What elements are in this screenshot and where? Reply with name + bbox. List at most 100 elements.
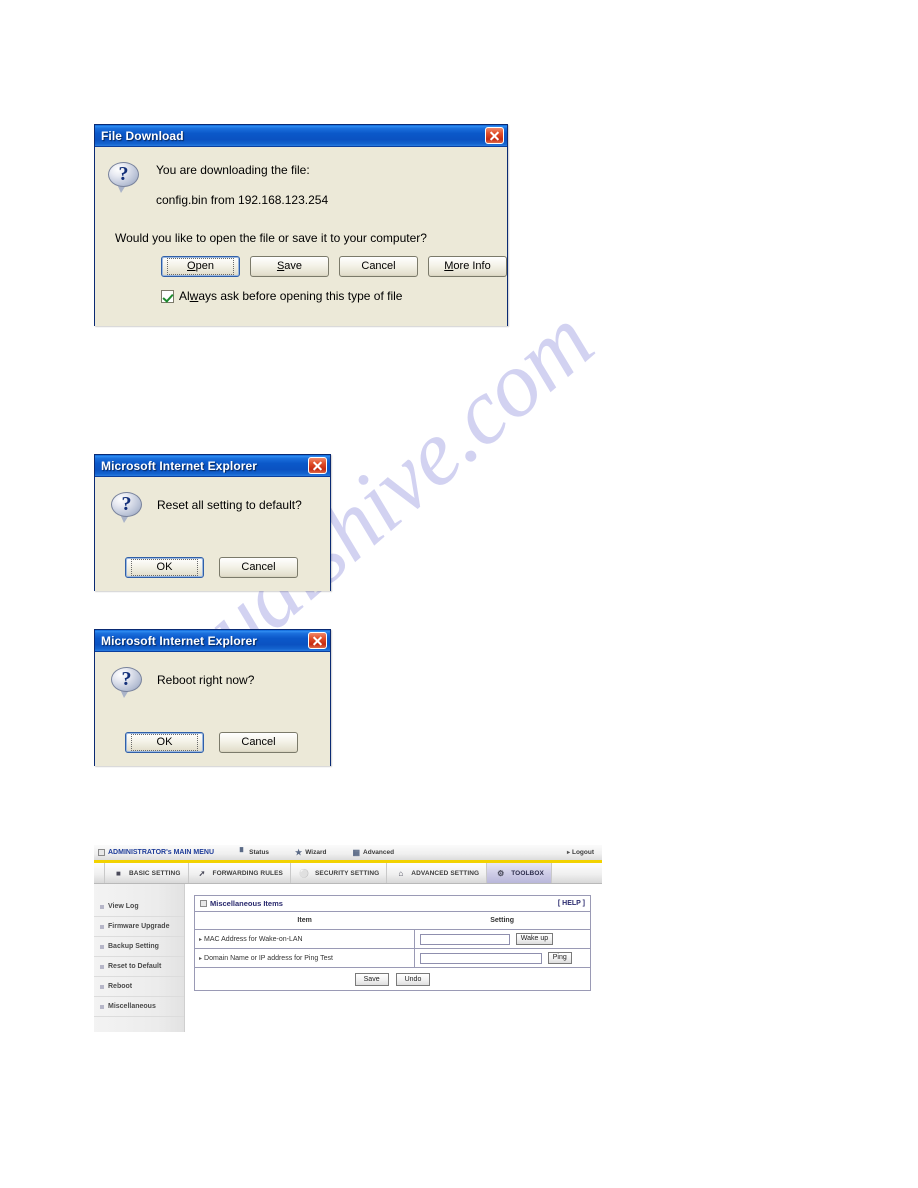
tab-basic-setting-label: BASIC SETTING <box>129 869 181 877</box>
ping-target-input[interactable] <box>419 952 542 964</box>
download-file-name: config.bin from 192.168.123.254 <box>156 193 329 207</box>
reset-dialog-titlebar: Microsoft Internet Explorer <box>95 455 330 477</box>
mac-address-input[interactable] <box>419 933 510 945</box>
page-title: Miscellaneous Items <box>210 899 283 908</box>
cancel-button[interactable]: Cancel <box>339 256 418 277</box>
reset-confirm-dialog: Microsoft Internet Explorer ? Reset all … <box>94 454 331 591</box>
cancel-button[interactable]: Cancel <box>219 557 298 578</box>
file-download-button-row: Open Save Cancel More Info <box>95 245 507 277</box>
nav-wizard-label: Wizard <box>305 849 327 856</box>
column-header-setting: Setting <box>414 912 590 930</box>
open-button[interactable]: Open <box>161 256 240 277</box>
ok-button[interactable]: OK <box>125 732 204 753</box>
wake-up-button[interactable]: Wake up <box>515 933 554 945</box>
tab-toolbox[interactable]: ⚙ TOOLBOX <box>487 863 552 883</box>
sidebar-item-miscellaneous[interactable]: Miscellaneous <box>94 997 184 1017</box>
nav-brand-label: ADMINISTRATOR's MAIN MENU <box>108 849 215 856</box>
chevron-right-icon: ▸ <box>199 955 203 962</box>
bullet-icon <box>100 964 104 969</box>
nav-advanced-label: Advanced <box>363 849 395 856</box>
tab-advanced-setting[interactable]: ⌂ ADVANCED SETTING <box>387 863 488 883</box>
sidebar-item-reset-to-default[interactable]: Reset to Default <box>94 957 184 977</box>
ping-button[interactable]: Ping <box>547 952 572 964</box>
advanced-grid-icon: ▦ <box>352 847 361 857</box>
router-admin-ui: ADMINISTRATOR's MAIN MENU ▘ Status ★ Wiz… <box>94 845 602 1032</box>
wizard-wand-icon: ★ <box>295 847 303 857</box>
undo-button[interactable]: Undo <box>395 972 431 986</box>
cancel-button-label: Cancel <box>361 260 396 272</box>
ok-button[interactable]: OK <box>125 557 204 578</box>
bullet-icon <box>100 944 104 949</box>
more-info-button-label: ore Info <box>453 260 491 272</box>
ok-button-label: OK <box>131 734 198 751</box>
always-ask-checkbox[interactable] <box>161 289 174 303</box>
tab-toolbox-label: TOOLBOX <box>511 869 544 877</box>
question-bubble-icon: ? <box>108 161 140 193</box>
table-row: ▸ MAC Address for Wake-on-LAN Wake up <box>195 929 590 949</box>
router-content: Miscellaneous Items [ HELP ] Item Settin… <box>185 884 602 1032</box>
save-button[interactable]: Save <box>250 256 329 277</box>
reboot-dialog-title: Microsoft Internet Explorer <box>101 633 258 648</box>
tab-basic-setting[interactable]: ■ BASIC SETTING <box>104 863 189 883</box>
router-sidebar: View Log Firmware Upgrade Backup Setting… <box>94 884 185 1032</box>
bullet-icon <box>100 1004 104 1009</box>
sidebar-item-label: Reset to Default <box>108 963 162 970</box>
bullet-icon <box>100 984 104 989</box>
nav-administrator-main-menu[interactable]: ADMINISTRATOR's MAIN MENU <box>98 849 214 856</box>
forwarding-rules-icon: ➚ <box>198 868 206 878</box>
sidebar-item-label: Reboot <box>108 983 133 990</box>
tab-advanced-setting-label: ADVANCED SETTING <box>411 869 480 877</box>
row-label-mac-wake-on-lan: ▸ MAC Address for Wake-on-LAN <box>195 929 415 949</box>
nav-advanced[interactable]: ▦ Advanced <box>352 847 395 857</box>
file-download-body: ? You are downloading the file: config.b… <box>95 147 507 326</box>
settings-table: Item Setting ▸ MAC Address for Wake-on-LA… <box>195 912 590 968</box>
reset-dialog-title: Microsoft Internet Explorer <box>101 458 258 473</box>
nav-status-label: Status <box>249 849 270 856</box>
sidebar-item-firmware-upgrade[interactable]: Firmware Upgrade <box>94 917 184 937</box>
open-button-label: pen <box>195 260 214 272</box>
miscellaneous-items-panel: Miscellaneous Items [ HELP ] Item Settin… <box>194 895 591 991</box>
security-setting-icon: ⚪ <box>299 868 310 878</box>
help-link[interactable]: [ HELP ] <box>558 900 585 907</box>
bullet-icon <box>100 924 104 929</box>
sidebar-item-backup-setting[interactable]: Backup Setting <box>94 937 184 957</box>
close-icon[interactable] <box>308 632 327 649</box>
reset-dialog-body: ? Reset all setting to default? OK Cance… <box>95 477 330 591</box>
cancel-button[interactable]: Cancel <box>219 732 298 753</box>
tab-forwarding-rules[interactable]: ➚ FORWARDING RULES <box>189 863 291 883</box>
nav-logout[interactable]: ▸ Logout <box>567 849 594 856</box>
chevron-right-icon: ▸ <box>199 936 203 943</box>
advanced-setting-icon: ⌂ <box>398 868 404 878</box>
sidebar-item-label: Firmware Upgrade <box>108 923 170 930</box>
close-icon[interactable] <box>485 127 504 144</box>
tab-security-setting[interactable]: ⚪ SECURITY SETTING <box>291 863 388 883</box>
more-info-button[interactable]: More Info <box>428 256 507 277</box>
file-download-title: File Download <box>101 128 184 143</box>
sidebar-item-label: View Log <box>108 903 139 910</box>
sidebar-item-view-log[interactable]: View Log <box>94 897 184 917</box>
status-bars-icon: ▘ <box>240 847 247 857</box>
file-download-titlebar: File Download <box>95 125 507 147</box>
sidebar-item-reboot[interactable]: Reboot <box>94 977 184 997</box>
table-header-row: Item Setting <box>195 912 590 930</box>
save-button[interactable]: Save <box>354 972 389 986</box>
nav-status[interactable]: ▘ Status <box>240 847 270 857</box>
reboot-dialog-button-row: OK Cancel <box>95 732 330 766</box>
basic-setting-icon: ■ <box>116 868 121 878</box>
nav-wizard[interactable]: ★ Wizard <box>295 847 327 857</box>
reboot-dialog-titlebar: Microsoft Internet Explorer <box>95 630 330 652</box>
close-icon[interactable] <box>308 457 327 474</box>
question-bubble-icon: ? <box>111 666 143 698</box>
reboot-dialog-message: Reboot right now? <box>157 673 255 687</box>
tab-security-setting-label: SECURITY SETTING <box>314 869 380 877</box>
ok-button-label: OK <box>131 559 198 576</box>
nav-logout-label: Logout <box>571 849 594 856</box>
panel-footer: Save Undo <box>195 968 590 990</box>
router-top-nav: ADMINISTRATOR's MAIN MENU ▘ Status ★ Wiz… <box>94 845 602 863</box>
toolbox-icon: ⚙ <box>497 868 505 878</box>
router-tab-row: ■ BASIC SETTING ➚ FORWARDING RULES ⚪ SEC… <box>94 863 602 884</box>
always-ask-row: Always ask before opening this type of f… <box>95 277 507 303</box>
sidebar-item-label: Backup Setting <box>108 943 159 950</box>
open-button-accel: O <box>187 260 196 272</box>
sidebar-item-label: Miscellaneous <box>108 1003 156 1010</box>
